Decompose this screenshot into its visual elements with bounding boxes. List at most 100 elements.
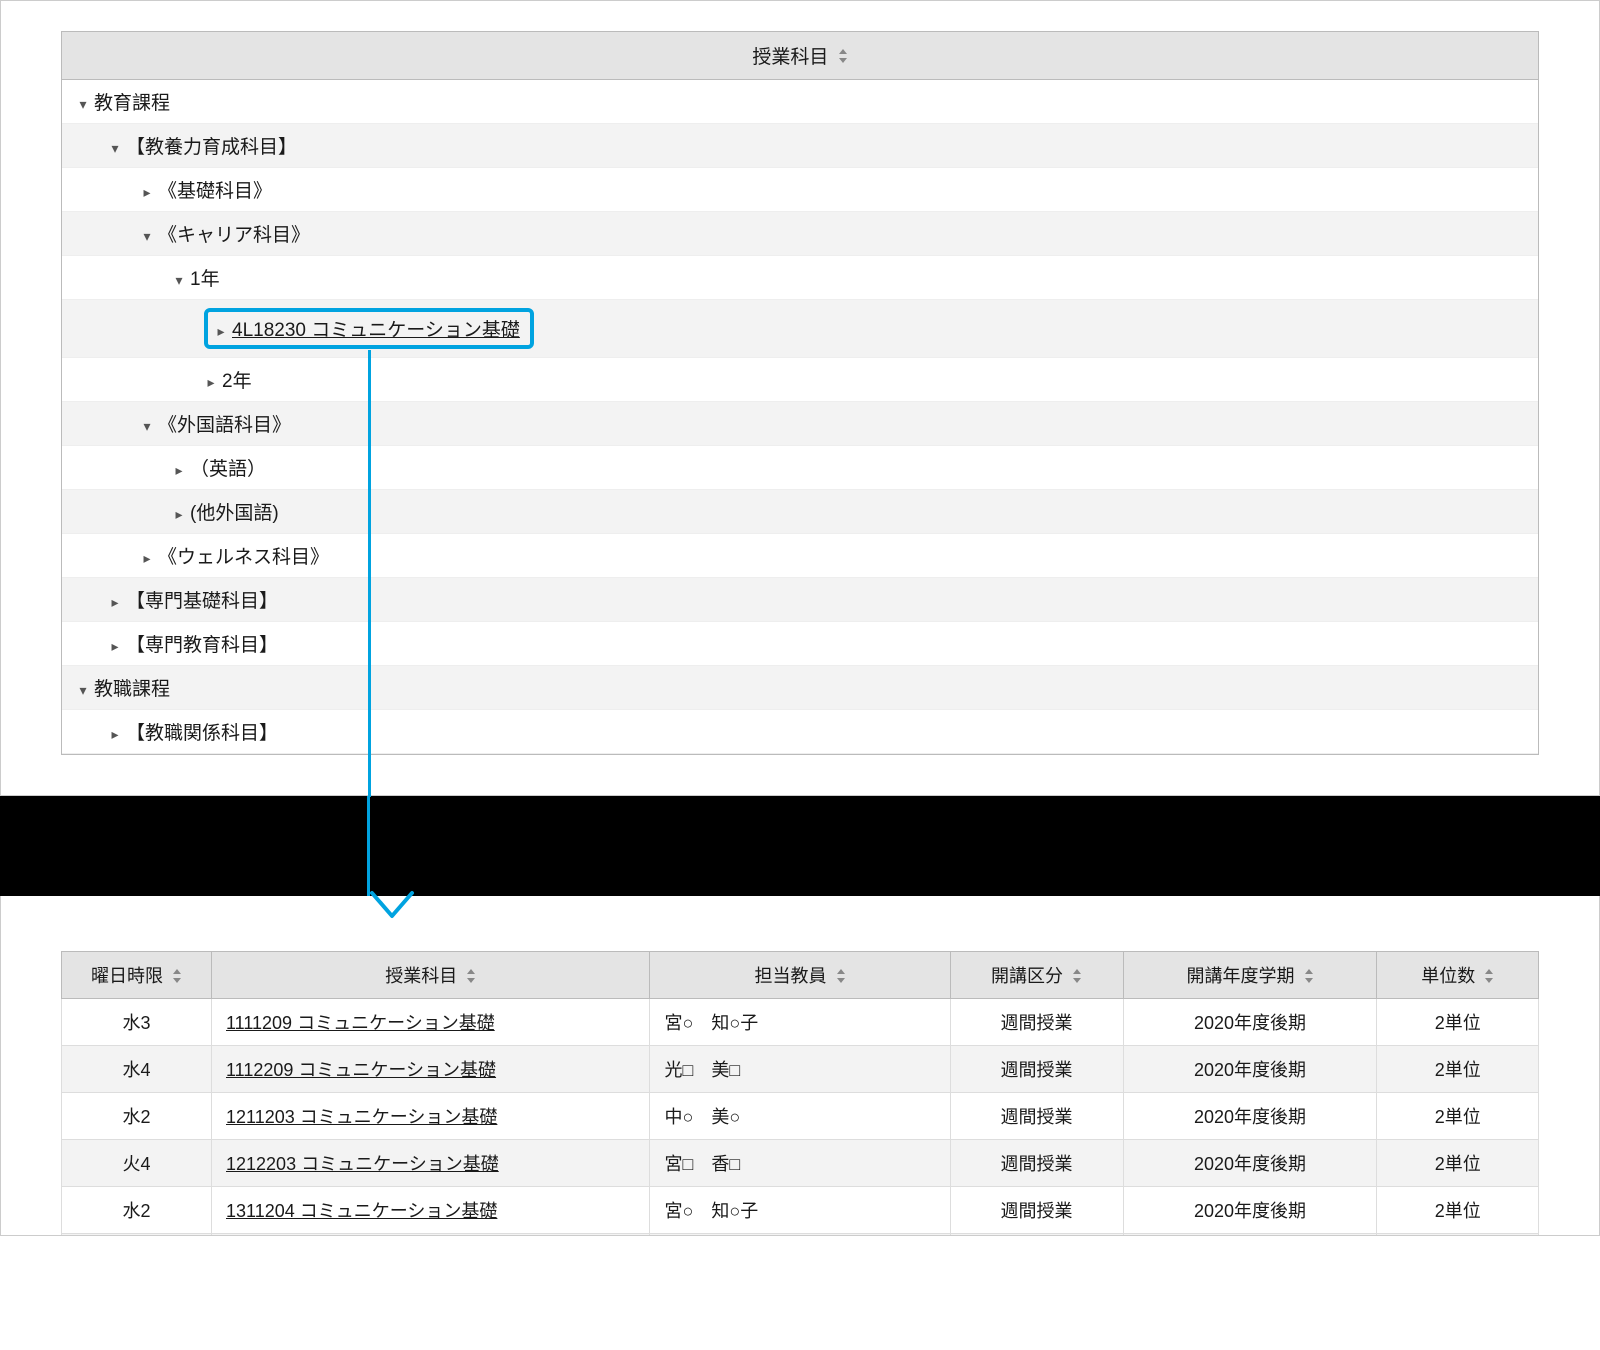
tree-header[interactable]: 授業科目 xyxy=(62,32,1538,80)
cell-course: 1111209 コミュニケーション基礎 xyxy=(212,999,650,1046)
tree-row[interactable]: 《ウェルネス科目》 xyxy=(62,534,1538,578)
column-header[interactable]: 開講区分 xyxy=(950,952,1123,999)
course-table: 曜日時限 授業科目 担当教員 開講区分 開講年度学期 単位数 水3 1111209… xyxy=(61,951,1539,1236)
annotation-arrow-line xyxy=(368,350,371,797)
tree-row[interactable]: 《キャリア科目》 xyxy=(62,212,1538,256)
course-link[interactable]: 1311204 コミュニケーション基礎 xyxy=(226,1201,497,1221)
tree-row[interactable]: 【専門基礎科目】 xyxy=(62,578,1538,622)
cell-term: 2020年度後期 xyxy=(1123,999,1377,1046)
cell-period: 水2 xyxy=(62,1187,212,1234)
cell-period: 水2 xyxy=(62,1093,212,1140)
tree-row[interactable]: 【専門教育科目】 xyxy=(62,622,1538,666)
tree-table: 授業科目 教育課程【教養力育成科目】《基礎科目》《キャリア科目》 1年 4L1823… xyxy=(61,31,1539,755)
cell-teacher: 光□ 美□ xyxy=(650,1046,950,1093)
tree-row[interactable]: 教職課程 xyxy=(62,666,1538,710)
column-header[interactable]: 単位数 xyxy=(1377,952,1539,999)
tree-row[interactable]: 2年 xyxy=(62,358,1538,402)
column-header[interactable]: 曜日時限 xyxy=(62,952,212,999)
cell-type: 週間授業 xyxy=(950,1187,1123,1234)
cell-period: 水4 xyxy=(62,1046,212,1093)
cell-teacher: 光□ 美□ xyxy=(650,1234,950,1237)
column-label: 開講年度学期 xyxy=(1187,966,1295,986)
cell-credits: 2単位 xyxy=(1377,999,1539,1046)
highlighted-course[interactable]: 4L18230 コミュニケーション基礎 xyxy=(204,308,534,349)
course-link[interactable]: 1212203 コミュニケーション基礎 xyxy=(226,1154,499,1174)
column-header[interactable]: 担当教員 xyxy=(650,952,950,999)
tree-header-label: 授業科目 xyxy=(752,47,828,68)
tree-row[interactable]: 【教職関係科目】 xyxy=(62,710,1538,754)
tree-item-link[interactable]: 4L18230 コミュニケーション基礎 xyxy=(232,320,520,341)
cell-type: 週間授業 xyxy=(950,1234,1123,1237)
cell-credits: 2単位 xyxy=(1377,1093,1539,1140)
caret-down-icon xyxy=(140,228,154,245)
tree-row[interactable]: 《基礎科目》 xyxy=(62,168,1538,212)
caret-right-icon xyxy=(214,323,228,340)
tree-row[interactable]: 《外国語科目》 xyxy=(62,402,1538,446)
cell-period: 水3 xyxy=(62,1234,212,1237)
cell-teacher: 中○ 美○ xyxy=(650,1093,950,1140)
results-panel: 曜日時限 授業科目 担当教員 開講区分 開講年度学期 単位数 水3 1111209… xyxy=(0,896,1600,1236)
caret-right-icon xyxy=(108,638,122,655)
caret-down-icon xyxy=(108,140,122,157)
column-header[interactable]: 開講年度学期 xyxy=(1123,952,1377,999)
tree-item-label: 【専門教育科目】 xyxy=(126,635,278,656)
tree-item-label: 【教養力育成科目】 xyxy=(126,137,297,158)
tree-item-label: 【専門基礎科目】 xyxy=(126,591,278,612)
cell-teacher: 宮□ 香□ xyxy=(650,1140,950,1187)
cell-course: 1212203 コミュニケーション基礎 xyxy=(212,1140,650,1187)
sort-icon xyxy=(1484,969,1494,986)
course-link[interactable]: 1211203 コミュニケーション基礎 xyxy=(226,1107,497,1127)
tree-row[interactable]: （英語） xyxy=(62,446,1538,490)
tree-item-label: （英語） xyxy=(190,459,266,480)
cell-period: 水3 xyxy=(62,999,212,1046)
sort-icon xyxy=(1072,969,1082,986)
table-row: 水2 1311204 コミュニケーション基礎 宮○ 知○子週間授業2020年度後期2… xyxy=(62,1187,1539,1234)
separator-band xyxy=(0,796,1600,896)
course-link[interactable]: 1112209 コミュニケーション基礎 xyxy=(226,1060,496,1080)
cell-period: 火4 xyxy=(62,1140,212,1187)
cell-type: 週間授業 xyxy=(950,999,1123,1046)
caret-right-icon xyxy=(140,184,154,201)
tree-item-label: (他外国語) xyxy=(190,503,279,524)
tree-row[interactable]: 【教養力育成科目】 xyxy=(62,124,1538,168)
tree-item-label: 《基礎科目》 xyxy=(158,181,272,202)
tree-row[interactable]: 1年 xyxy=(62,256,1538,300)
column-label: 曜日時限 xyxy=(91,966,163,986)
tree-row[interactable]: 教育課程 xyxy=(62,80,1538,124)
tree-item-label: 教育課程 xyxy=(94,93,170,114)
table-row: 水2 1211203 コミュニケーション基礎 中○ 美○週間授業2020年度後期2単… xyxy=(62,1093,1539,1140)
tree-row[interactable]: 4L18230 コミュニケーション基礎 xyxy=(62,300,1538,358)
cell-course: 1112209 コミュニケーション基礎 xyxy=(212,1046,650,1093)
table-row: 火41212203 コミュニケーション基礎宮□ 香□週間授業2020年度後期2単… xyxy=(62,1140,1539,1187)
column-header[interactable]: 授業科目 xyxy=(212,952,650,999)
cell-credits: 2単位 xyxy=(1377,1046,1539,1093)
caret-down-icon xyxy=(140,418,154,435)
tree-item-label: 教職課程 xyxy=(94,679,170,700)
tree-item-label: 《キャリア科目》 xyxy=(158,225,310,246)
table-row: 水41112209 コミュニケーション基礎光□ 美□週間授業2020年度後期2単… xyxy=(62,1046,1539,1093)
cell-course: 1312204 コミュニケーション基礎 xyxy=(212,1234,650,1237)
tree-row[interactable]: (他外国語) xyxy=(62,490,1538,534)
table-row: 水31111209 コミュニケーション基礎宮○ 知○子週間授業2020年度後期2… xyxy=(62,999,1539,1046)
cell-term: 2020年度後期 xyxy=(1123,1187,1377,1234)
course-link[interactable]: 1111209 コミュニケーション基礎 xyxy=(226,1013,495,1033)
sort-icon xyxy=(466,969,476,986)
tree-item-label: 1年 xyxy=(190,269,220,290)
caret-right-icon xyxy=(204,374,218,391)
cell-term: 2020年度後期 xyxy=(1123,1140,1377,1187)
tree-item-label: 【教職関係科目】 xyxy=(126,723,278,744)
column-label: 単位数 xyxy=(1421,966,1475,986)
cell-credits: 2単位 xyxy=(1377,1234,1539,1237)
caret-right-icon xyxy=(140,550,154,567)
cell-credits: 2単位 xyxy=(1377,1187,1539,1234)
tree-item-label: 《ウェルネス科目》 xyxy=(158,547,329,568)
caret-right-icon xyxy=(172,462,186,479)
sort-icon xyxy=(836,969,846,986)
cell-term: 2020年度後期 xyxy=(1123,1234,1377,1237)
cell-teacher: 宮○ 知○子 xyxy=(650,1187,950,1234)
column-label: 担当教員 xyxy=(754,966,826,986)
cell-term: 2020年度後期 xyxy=(1123,1093,1377,1140)
cell-type: 週間授業 xyxy=(950,1093,1123,1140)
annotation-arrow-line xyxy=(367,796,370,896)
caret-right-icon xyxy=(108,594,122,611)
